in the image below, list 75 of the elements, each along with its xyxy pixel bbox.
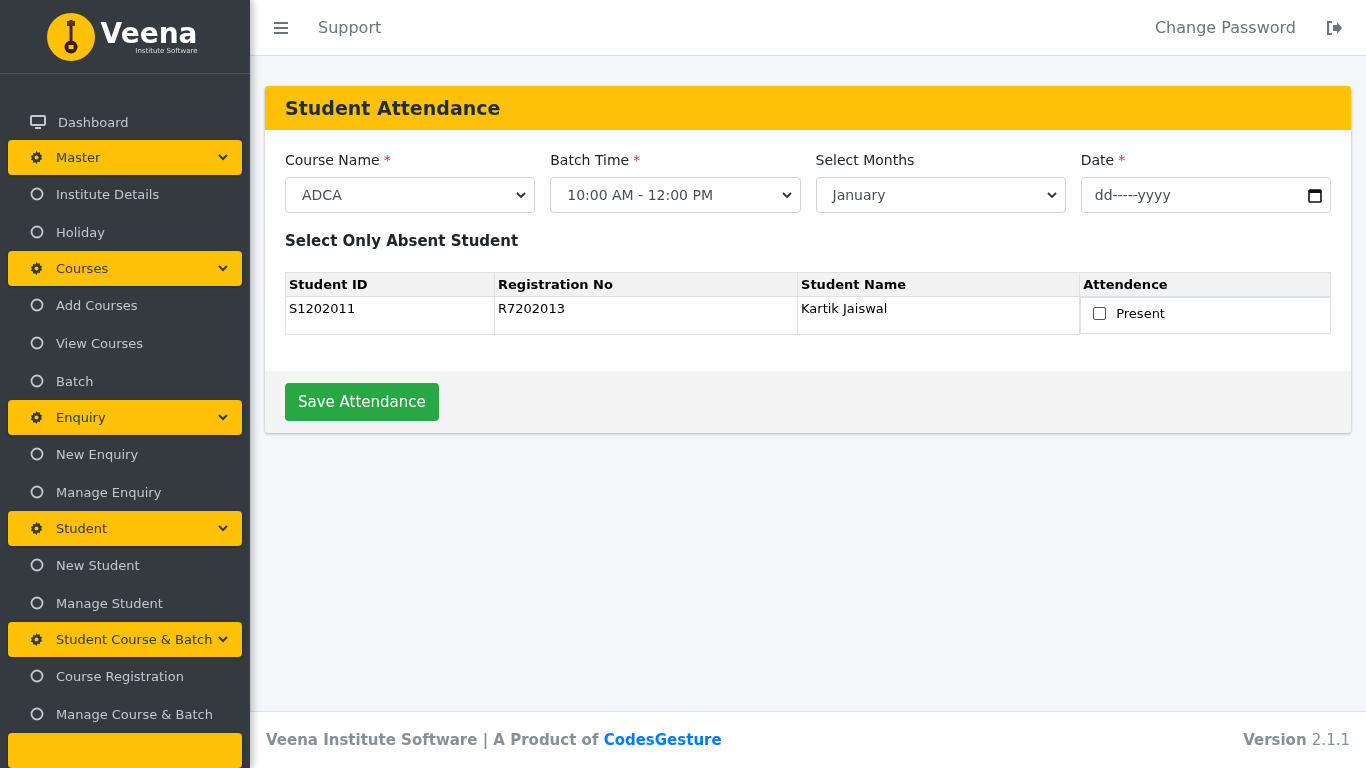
sidebar-item[interactable]: Course Registration bbox=[8, 657, 242, 695]
required-mark: * bbox=[1118, 152, 1126, 168]
circle-icon bbox=[30, 707, 44, 721]
column-header: Student ID bbox=[285, 272, 495, 297]
calendar-icon bbox=[1308, 187, 1322, 203]
sidebar-item[interactable]: New Enquiry bbox=[8, 435, 242, 473]
sidebar-section[interactable]: Student bbox=[8, 511, 242, 546]
menu-icon[interactable] bbox=[274, 21, 288, 34]
checkbox-label: Present bbox=[1116, 306, 1165, 321]
gear-icon bbox=[30, 633, 43, 646]
support-link[interactable]: Support bbox=[318, 18, 382, 37]
sidebar-section[interactable]: Enquiry bbox=[8, 400, 242, 435]
section-heading: Select Only Absent Student bbox=[285, 232, 520, 250]
brand-name: Veena bbox=[100, 18, 198, 49]
sidebar-item[interactable]: Add Courses bbox=[8, 286, 242, 324]
chevron-down-icon bbox=[218, 636, 228, 643]
monitor-icon bbox=[30, 115, 46, 129]
table-cell: R7202013 bbox=[494, 296, 798, 335]
dropdown[interactable]: January bbox=[815, 177, 1066, 213]
change-password-link[interactable]: Change Password bbox=[1154, 18, 1296, 37]
sidebar-section[interactable]: Courses bbox=[8, 251, 242, 286]
sidebar-item[interactable]: Holiday bbox=[8, 213, 242, 251]
sidebar-item[interactable]: Batch bbox=[8, 362, 242, 400]
column-header: Registration No bbox=[494, 272, 798, 297]
gear-icon bbox=[30, 411, 43, 424]
table-cell: S1202011 bbox=[285, 296, 495, 335]
required-mark: * bbox=[383, 152, 391, 168]
sidebar-item[interactable]: Manage Enquiry bbox=[8, 473, 242, 511]
footer-text: Veena Institute Software | A Product of bbox=[266, 731, 600, 749]
version-label: Version bbox=[1243, 731, 1307, 749]
sidebar-section[interactable]: Master bbox=[8, 140, 242, 175]
chevron-down-icon bbox=[218, 525, 228, 532]
logout-icon[interactable] bbox=[1326, 20, 1342, 35]
circle-icon bbox=[30, 225, 44, 239]
gear-icon bbox=[30, 262, 43, 275]
field-label: Course Name bbox=[285, 152, 380, 168]
gear-icon bbox=[30, 522, 43, 535]
dropdown[interactable]: ADCA bbox=[285, 177, 536, 213]
footer-link[interactable]: CodesGesture bbox=[603, 731, 722, 749]
circle-icon bbox=[30, 485, 44, 499]
sidebar-item[interactable]: Manage Course & Batch bbox=[8, 695, 242, 733]
circle-icon bbox=[30, 187, 44, 201]
circle-icon bbox=[30, 298, 44, 312]
circle-icon bbox=[30, 669, 44, 683]
column-header: Student Name bbox=[797, 272, 1080, 297]
column-header: Attendence bbox=[1079, 272, 1331, 297]
dropdown[interactable]: 10:00 AM - 12:00 PM bbox=[550, 177, 801, 213]
circle-icon bbox=[30, 336, 44, 350]
sidebar-item[interactable]: Manage Student bbox=[8, 584, 242, 622]
circle-icon bbox=[30, 447, 44, 461]
chevron-down-icon bbox=[218, 154, 228, 161]
version-number: 2.1.1 bbox=[1311, 731, 1350, 749]
veena-logo-icon bbox=[46, 12, 95, 61]
sidebar-item[interactable]: View Courses bbox=[8, 324, 242, 362]
sidebar-item[interactable]: New Student bbox=[8, 546, 242, 584]
chevron-down-icon bbox=[218, 265, 228, 272]
chevron-down-icon bbox=[781, 191, 792, 199]
card-title: Student Attendance bbox=[285, 97, 502, 119]
sidebar-section[interactable]: Student Course & Batch bbox=[8, 622, 242, 657]
chevron-down-icon bbox=[218, 414, 228, 421]
gear-icon bbox=[30, 151, 43, 164]
chevron-down-icon bbox=[1046, 191, 1057, 199]
sidebar-item[interactable]: Institute Details bbox=[8, 175, 242, 213]
table-cell: Kartik Jaiswal bbox=[797, 296, 1080, 335]
field-label: Batch Time bbox=[550, 152, 630, 168]
required-mark: * bbox=[633, 152, 641, 168]
field-label: Select Months bbox=[815, 152, 915, 168]
sidebar-item[interactable]: Dashboard bbox=[8, 104, 242, 140]
date-field[interactable]: dd-----yyyy bbox=[1080, 177, 1331, 213]
chevron-down-icon bbox=[516, 191, 527, 199]
circle-icon bbox=[30, 596, 44, 610]
circle-icon bbox=[30, 374, 44, 388]
circle-icon bbox=[30, 558, 44, 572]
checkbox[interactable] bbox=[1093, 307, 1107, 320]
field-label: Date bbox=[1080, 152, 1115, 168]
